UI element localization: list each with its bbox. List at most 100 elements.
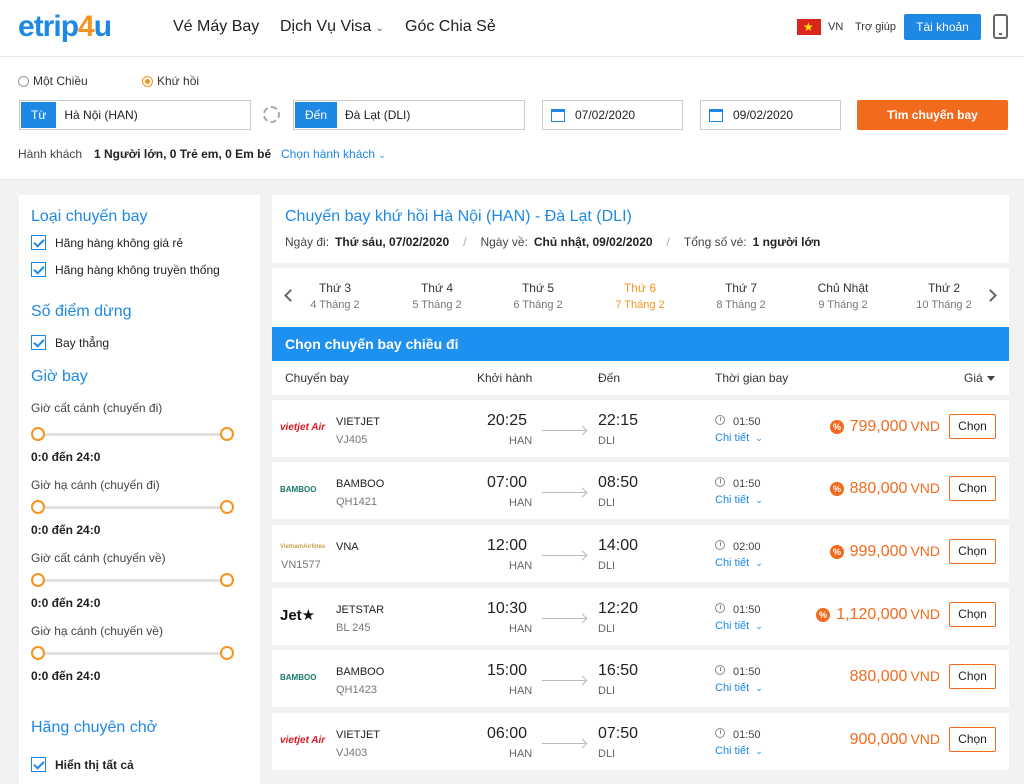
search-panel: Một Chiều Khứ hồi Từ Hà Nội (HAN) Đến Đà… bbox=[0, 57, 1024, 180]
results-header: Chuyến bay khứ hồi Hà Nội (HAN) - Đà Lạt… bbox=[272, 195, 1009, 263]
airline-logo: vietjet Air bbox=[280, 735, 326, 746]
nav-visa[interactable]: Dịch Vụ Visa ⌄ bbox=[280, 18, 384, 36]
slider-handle-min[interactable] bbox=[31, 427, 45, 441]
choose-flight-button[interactable]: Chọn bbox=[949, 602, 996, 627]
depart-airport: HAN bbox=[509, 497, 533, 509]
choose-flight-button[interactable]: Chọn bbox=[949, 476, 996, 501]
promo-percent-icon: % bbox=[816, 608, 830, 622]
clock-icon bbox=[715, 728, 725, 738]
nav-flights[interactable]: Vé Máy Bay bbox=[173, 18, 259, 36]
time-range-slider[interactable] bbox=[31, 573, 234, 587]
slider-handle-max[interactable] bbox=[220, 500, 234, 514]
arrive-time: 07:50 bbox=[598, 725, 639, 742]
top-header: etrip4u Vé Máy Bay Dịch Vụ Visa ⌄ Góc Chi… bbox=[0, 0, 1024, 57]
flight-detail-link[interactable]: Chi tiết ⌄ bbox=[715, 494, 763, 506]
time-range-slider[interactable] bbox=[31, 427, 234, 441]
arrive-airport: DLI bbox=[598, 435, 616, 447]
col-flight: Chuyến bay bbox=[285, 371, 350, 385]
radio-one-way[interactable]: Một Chiều bbox=[18, 74, 88, 88]
radio-circle-icon bbox=[18, 75, 29, 87]
return-date-field[interactable]: 09/02/2020 bbox=[700, 100, 841, 130]
checkbox-checked-icon bbox=[31, 262, 46, 277]
filter-traditional-checkbox[interactable]: Hãng hàng không truyền thống bbox=[31, 262, 220, 277]
time-filter-label: Giờ cất cánh (chuyến về) bbox=[31, 551, 166, 565]
filter-sidebar: Loại chuyến bay Hãng hàng không giá rẻ H… bbox=[19, 195, 260, 784]
flight-detail-link[interactable]: Chi tiết ⌄ bbox=[715, 745, 763, 757]
arrive-time: 08:50 bbox=[598, 474, 639, 491]
radio-circle-icon bbox=[142, 75, 153, 87]
time-range-value: 0:0 đến 24:0 bbox=[31, 669, 101, 683]
flight-row: vietjet Air VIETJET VJ405 20:25 HAN 22:1… bbox=[272, 400, 1009, 457]
time-range-value: 0:0 đến 24:0 bbox=[31, 450, 101, 464]
flight-price: 900,000 VND bbox=[849, 731, 940, 748]
swap-icon[interactable] bbox=[263, 106, 280, 123]
radio-round-trip[interactable]: Khứ hồi bbox=[142, 74, 199, 88]
slider-handle-max[interactable] bbox=[220, 427, 234, 441]
checkbox-checked-icon bbox=[31, 335, 46, 350]
time-range-slider[interactable] bbox=[31, 500, 234, 514]
flight-code: QH1421 bbox=[336, 496, 377, 508]
clock-icon bbox=[715, 603, 725, 613]
arrow-right-icon bbox=[542, 618, 586, 619]
flight-duration: 01:50 bbox=[733, 416, 761, 428]
flight-detail-link[interactable]: Chi tiết ⌄ bbox=[715, 557, 763, 569]
sort-by-price[interactable]: Giá bbox=[964, 371, 995, 385]
account-button[interactable]: Tài khoản bbox=[904, 14, 981, 40]
choose-flight-button[interactable]: Chọn bbox=[949, 727, 996, 752]
arrive-airport: DLI bbox=[598, 497, 616, 509]
flight-detail-link[interactable]: Chi tiết ⌄ bbox=[715, 432, 763, 444]
choose-passenger-link[interactable]: Chọn hành khách ⌄ bbox=[281, 147, 386, 161]
time-filter-label: Giờ cất cánh (chuyến đi) bbox=[31, 401, 163, 415]
slider-handle-min[interactable] bbox=[31, 646, 45, 660]
time-filter-label: Giờ hạ cánh (chuyến đi) bbox=[31, 478, 160, 492]
flight-duration: 01:50 bbox=[733, 729, 761, 741]
filter-lowcost-checkbox[interactable]: Hãng hàng không giá rẻ bbox=[31, 235, 183, 250]
depart-time: 20:25 bbox=[487, 412, 528, 429]
slider-handle-max[interactable] bbox=[220, 573, 234, 587]
flight-code: QH1423 bbox=[336, 684, 377, 696]
date-tab[interactable]: Chủ Nhật 9 Tháng 2 bbox=[798, 281, 888, 311]
time-range-value: 0:0 đến 24:0 bbox=[31, 596, 101, 610]
slider-handle-min[interactable] bbox=[31, 573, 45, 587]
stops-title: Số điểm dừng bbox=[31, 303, 132, 320]
clock-icon bbox=[715, 540, 725, 550]
results-columns: Chuyến bay Khởi hành Đến Thời gian bay G… bbox=[272, 361, 1009, 395]
choose-flight-button[interactable]: Chọn bbox=[949, 539, 996, 564]
depart-time: 15:00 bbox=[487, 662, 528, 679]
filter-all-carriers-checkbox[interactable]: Hiển thị tất cả bbox=[31, 757, 134, 772]
from-field[interactable]: Từ Hà Nội (HAN) bbox=[19, 100, 251, 130]
arrive-time: 22:15 bbox=[598, 412, 639, 429]
date-tab[interactable]: Thứ 78 Tháng 2 bbox=[696, 281, 786, 311]
time-range-slider[interactable] bbox=[31, 646, 234, 660]
date-tab[interactable]: Thứ 45 Tháng 2 bbox=[392, 281, 482, 311]
slider-handle-min[interactable] bbox=[31, 500, 45, 514]
to-field[interactable]: Đến Đà Lạt (DLI) bbox=[293, 100, 525, 130]
phone-icon[interactable] bbox=[993, 14, 1008, 39]
promo-percent-icon: % bbox=[830, 482, 844, 496]
language-selector[interactable]: VN bbox=[828, 21, 843, 33]
vietnam-flag-icon[interactable]: ★ bbox=[797, 19, 821, 35]
date-tab-active[interactable]: Thứ 67 Tháng 2 bbox=[595, 281, 685, 311]
arrow-right-icon bbox=[542, 492, 586, 493]
airline-name: JETSTAR bbox=[336, 604, 385, 616]
calendar-icon bbox=[551, 108, 565, 122]
arrive-airport: DLI bbox=[598, 560, 616, 572]
etrip4u-logo[interactable]: etrip4u bbox=[18, 10, 112, 44]
choose-flight-button[interactable]: Chọn bbox=[949, 664, 996, 689]
slider-handle-max[interactable] bbox=[220, 646, 234, 660]
nav-blog[interactable]: Góc Chia Sẻ bbox=[405, 18, 496, 36]
depart-time: 07:00 bbox=[487, 474, 528, 491]
date-tab[interactable]: Thứ 56 Tháng 2 bbox=[493, 281, 583, 311]
flight-detail-link[interactable]: Chi tiết ⌄ bbox=[715, 682, 763, 694]
help-link[interactable]: Trợ giúp bbox=[855, 21, 896, 33]
date-tab[interactable]: Thứ 34 Tháng 2 bbox=[290, 281, 380, 311]
date-tab[interactable]: Thứ 2 10 Tháng 2 bbox=[899, 281, 989, 311]
time-range-value: 0:0 đến 24:0 bbox=[31, 523, 101, 537]
flight-detail-link[interactable]: Chi tiết ⌄ bbox=[715, 620, 763, 632]
search-flights-button[interactable]: Tìm chuyến bay bbox=[857, 100, 1008, 130]
arrow-right-icon bbox=[542, 555, 586, 556]
choose-flight-button[interactable]: Chọn bbox=[949, 414, 996, 439]
depart-date-field[interactable]: 07/02/2020 bbox=[542, 100, 683, 130]
filter-nonstop-checkbox[interactable]: Bay thẳng bbox=[31, 335, 109, 350]
airline-logo: BAMBOO bbox=[280, 485, 317, 494]
